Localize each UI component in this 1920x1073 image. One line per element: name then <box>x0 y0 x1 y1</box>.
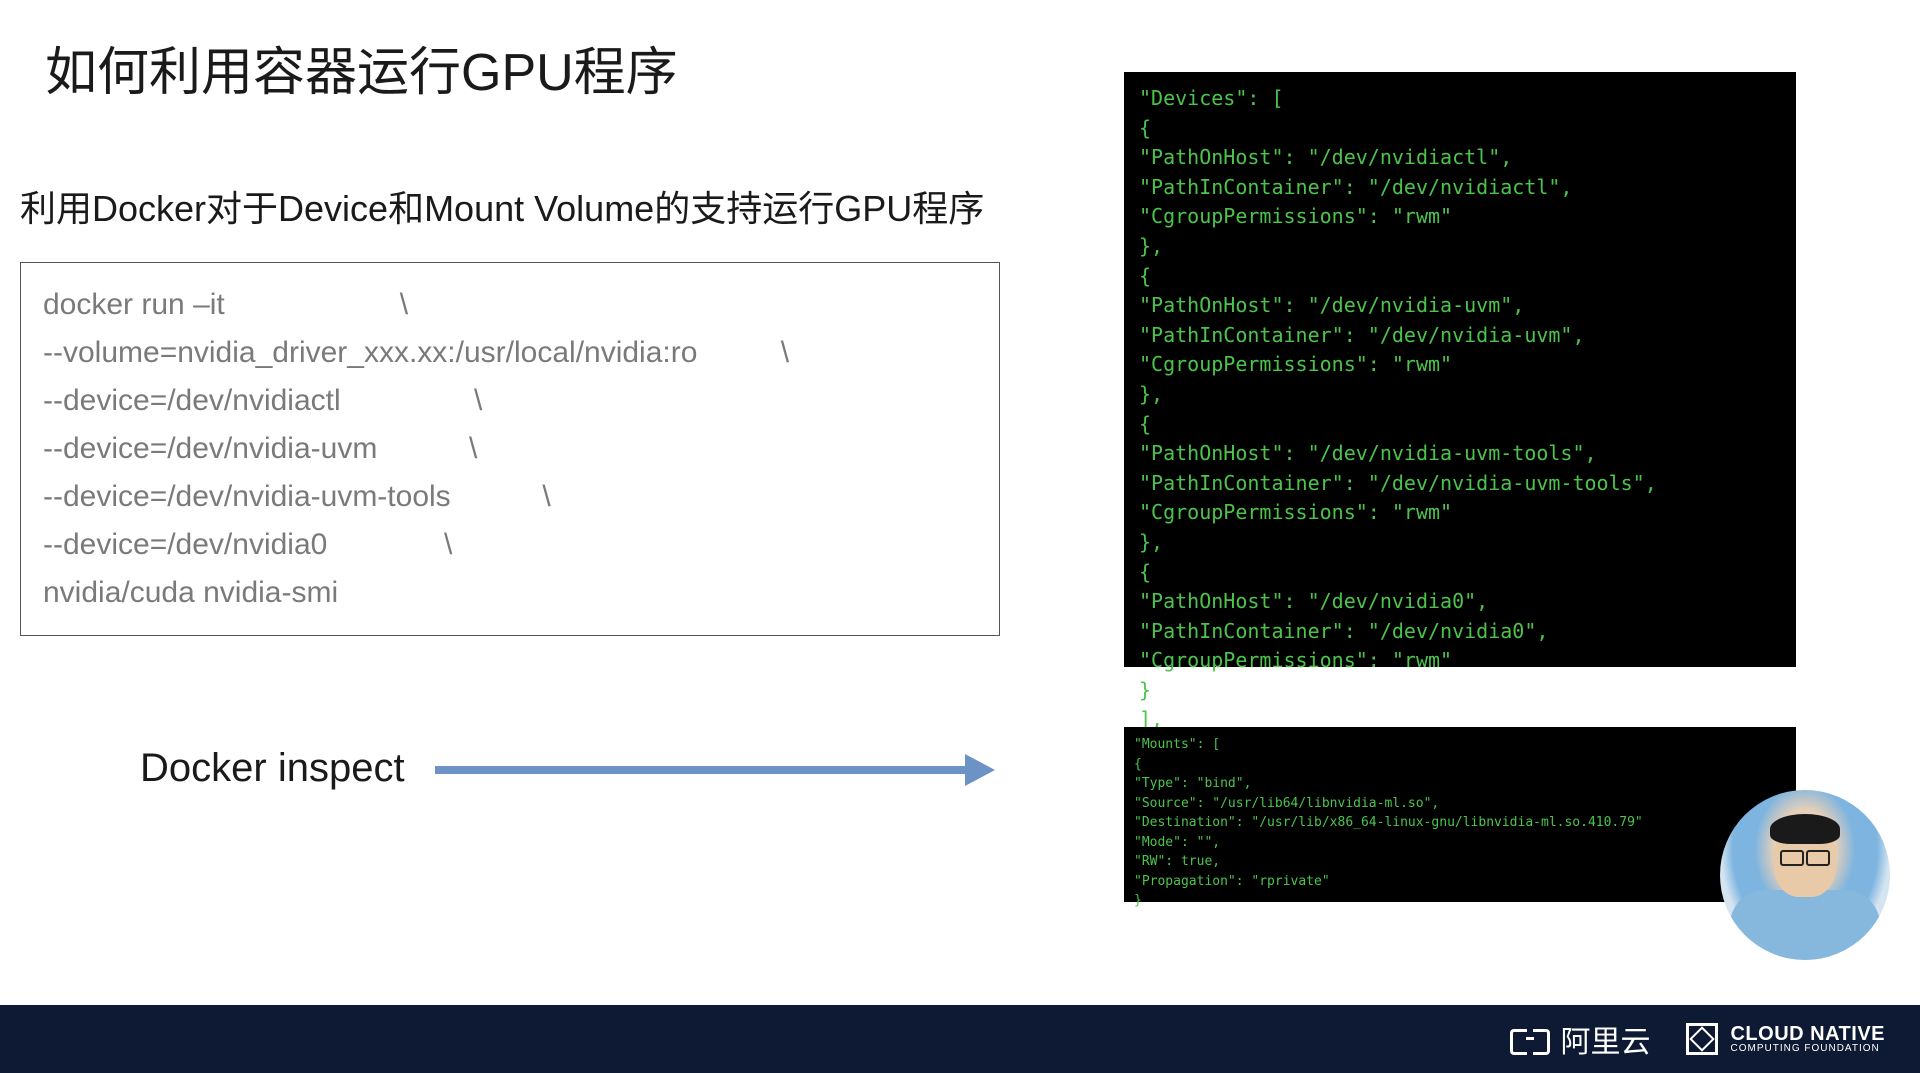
term-line: "CgroupPermissions": "rwm" <box>1139 350 1781 380</box>
arrow-icon <box>435 754 995 784</box>
term-line: "RW": true, <box>1134 852 1786 872</box>
footer-bar: 阿里云 CLOUD NATIVE COMPUTING FOUNDATION <box>0 1005 1920 1073</box>
term-line: { <box>1139 410 1781 440</box>
docker-inspect-label: Docker inspect <box>140 746 405 791</box>
term-line: } <box>1134 891 1786 911</box>
left-column: 利用Docker对于Device和Mount Volume的支持运行GPU程序 … <box>20 180 1060 791</box>
cncf-logo: CLOUD NATIVE COMPUTING FOUNDATION <box>1686 1023 1885 1055</box>
aliyun-bracket-icon <box>1510 1025 1550 1053</box>
term-line: }, <box>1139 232 1781 262</box>
term-line: "CgroupPermissions": "rwm" <box>1139 646 1781 676</box>
term-line: "Propagation": "rprivate" <box>1134 872 1786 892</box>
slide-subtitle: 利用Docker对于Device和Mount Volume的支持运行GPU程序 <box>20 180 1060 232</box>
cmd-line-1: docker run –it \ <box>43 281 977 329</box>
aliyun-text: 阿里云 <box>1560 1017 1650 1061</box>
cncf-line2: COMPUTING FOUNDATION <box>1730 1044 1885 1054</box>
term-line: "Mode": "", <box>1134 833 1786 853</box>
presenter-avatar <box>1720 790 1890 960</box>
term-line: }, <box>1139 380 1781 410</box>
term-line: "PathInContainer": "/dev/nvidia0", <box>1139 617 1781 647</box>
cncf-box-icon <box>1686 1023 1718 1055</box>
term-line: "PathInContainer": "/dev/nvidia-uvm", <box>1139 321 1781 351</box>
term-line: }, <box>1139 528 1781 558</box>
term-line: "Mounts": [ <box>1134 735 1786 755</box>
term-line: "Source": "/usr/lib64/libnvidia-ml.so", <box>1134 794 1786 814</box>
term-line: "Destination": "/usr/lib/x86_64-linux-gn… <box>1134 813 1786 833</box>
cncf-line1: CLOUD NATIVE <box>1730 1024 1885 1044</box>
term-line: "Type": "bind", <box>1134 774 1786 794</box>
docker-run-command-box: docker run –it \ --volume=nvidia_driver_… <box>20 262 1000 636</box>
term-line: "PathOnHost": "/dev/nvidia-uvm-tools", <box>1139 439 1781 469</box>
term-line: { <box>1139 558 1781 588</box>
cmd-line-6: --device=/dev/nvidia0 \ <box>43 521 977 569</box>
terminal-mounts-output: "Mounts": [ { "Type": "bind", "Source": … <box>1124 727 1796 902</box>
term-line: "PathOnHost": "/dev/nvidiactl", <box>1139 143 1781 173</box>
term-line: "Devices": [ <box>1139 84 1781 114</box>
cmd-line-4: --device=/dev/nvidia-uvm \ <box>43 425 977 473</box>
terminal-devices-output: "Devices": [ { "PathOnHost": "/dev/nvidi… <box>1124 72 1796 667</box>
term-line: "PathInContainer": "/dev/nvidia-uvm-tool… <box>1139 469 1781 499</box>
docker-inspect-row: Docker inspect <box>20 746 1060 791</box>
term-line: "CgroupPermissions": "rwm" <box>1139 498 1781 528</box>
term-line: { <box>1134 755 1786 775</box>
cmd-line-7: nvidia/cuda nvidia-smi <box>43 569 977 617</box>
term-line: { <box>1139 262 1781 292</box>
cmd-line-5: --device=/dev/nvidia-uvm-tools \ <box>43 473 977 521</box>
cmd-line-2: --volume=nvidia_driver_xxx.xx:/usr/local… <box>43 329 977 377</box>
term-line: { <box>1139 114 1781 144</box>
term-line: "CgroupPermissions": "rwm" <box>1139 202 1781 232</box>
term-line: } <box>1139 676 1781 706</box>
aliyun-logo: 阿里云 <box>1510 1017 1650 1061</box>
term-line: "PathInContainer": "/dev/nvidiactl", <box>1139 173 1781 203</box>
cmd-line-3: --device=/dev/nvidiactl \ <box>43 377 977 425</box>
term-line: "PathOnHost": "/dev/nvidia0", <box>1139 587 1781 617</box>
term-line: "PathOnHost": "/dev/nvidia-uvm", <box>1139 291 1781 321</box>
